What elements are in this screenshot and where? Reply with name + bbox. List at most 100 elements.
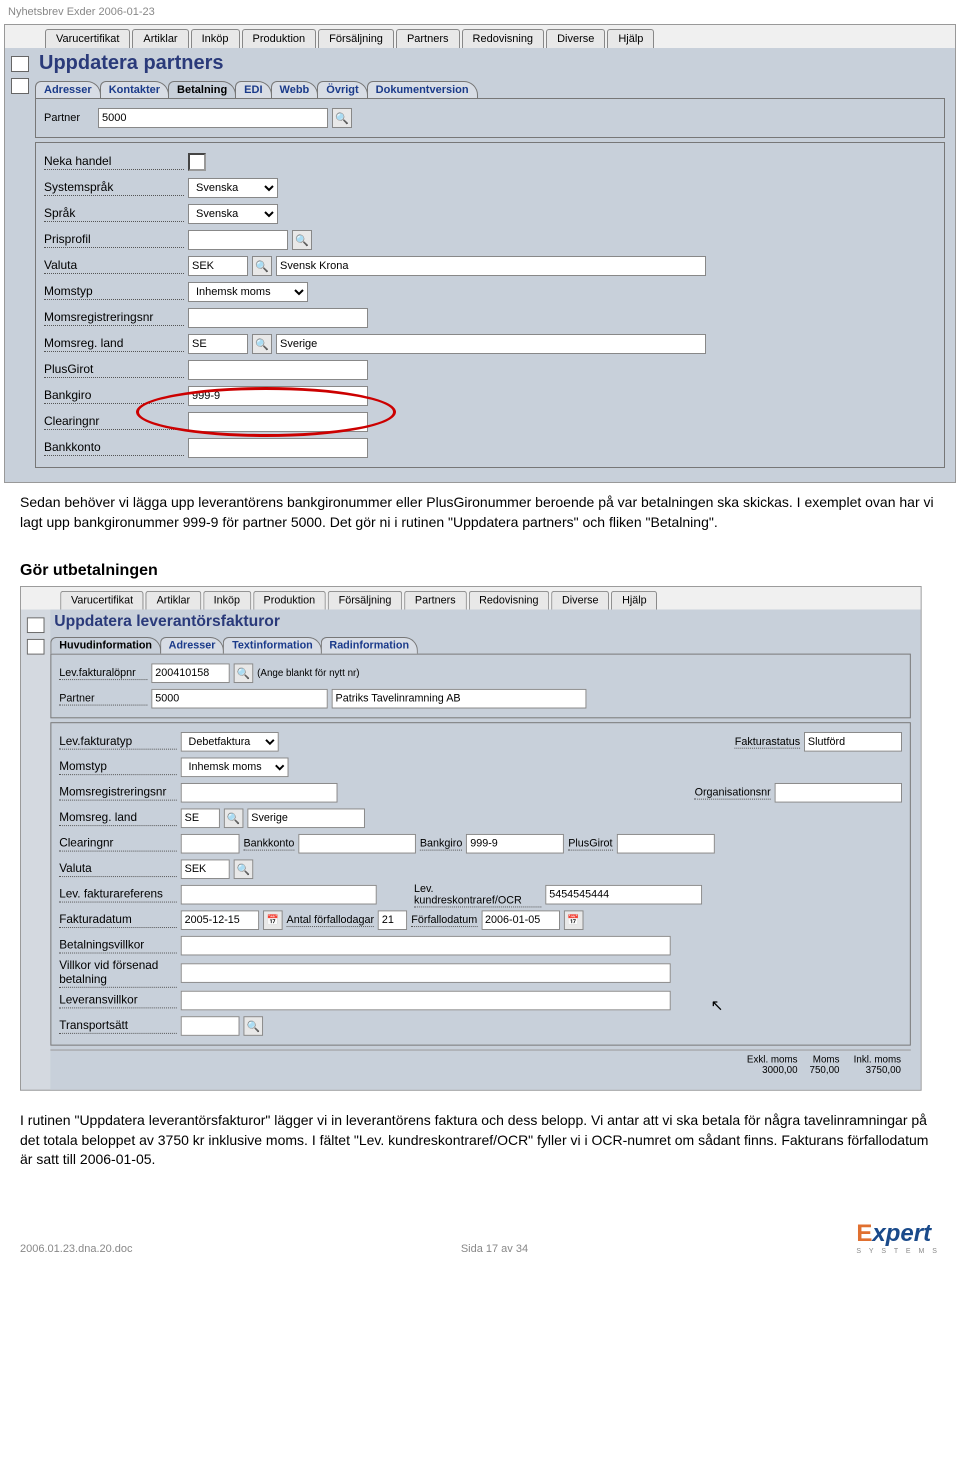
tab-dokumentversion[interactable]: Dokumentversion bbox=[367, 81, 478, 98]
menu-partners[interactable]: Partners bbox=[396, 29, 460, 48]
tab-övrigt[interactable]: Övrigt bbox=[317, 81, 367, 98]
tab-huvudinformation[interactable]: Huvudinformation bbox=[50, 637, 160, 654]
tab-kontakter[interactable]: Kontakter bbox=[100, 81, 169, 98]
search-icon[interactable]: 🔍 bbox=[292, 230, 312, 250]
momsregland-input[interactable] bbox=[181, 809, 220, 829]
lbl-inkl: Inkl. moms bbox=[842, 1055, 901, 1066]
paragraph-1: Sedan behöver vi lägga upp leverantörens… bbox=[0, 483, 960, 552]
bankkonto-input[interactable] bbox=[188, 438, 368, 458]
home-icon[interactable] bbox=[27, 618, 45, 634]
betvillkor-input[interactable] bbox=[181, 936, 671, 956]
orgnr-input[interactable] bbox=[775, 783, 902, 803]
tabs: HuvudinformationAdresserTextinformationR… bbox=[50, 637, 910, 654]
menu-hjälp[interactable]: Hjälp bbox=[611, 591, 657, 610]
calendar-icon[interactable]: 📅 bbox=[563, 911, 583, 931]
menu-inköp[interactable]: Inköp bbox=[191, 29, 240, 48]
bankgiro-input[interactable] bbox=[188, 386, 368, 406]
lbl-momstyp: Momstyp bbox=[59, 760, 177, 776]
clearing-input[interactable] bbox=[181, 834, 240, 854]
paragraph-2: I rutinen "Uppdatera leverantörsfakturor… bbox=[0, 1101, 960, 1190]
plusgirot-input[interactable] bbox=[188, 360, 368, 380]
list-icon[interactable] bbox=[27, 639, 45, 655]
menu-redovisning[interactable]: Redovisning bbox=[462, 29, 545, 48]
antal-input[interactable] bbox=[378, 911, 407, 931]
momsregland-input[interactable] bbox=[188, 334, 248, 354]
tab-radinformation[interactable]: Radinformation bbox=[321, 637, 418, 654]
menu-artiklar[interactable]: Artiklar bbox=[132, 29, 188, 48]
lbl-momsregland: Momsreg. land bbox=[44, 336, 184, 352]
momstyp-select[interactable]: Inhemsk moms bbox=[181, 758, 289, 778]
search-icon[interactable]: 🔍 bbox=[252, 334, 272, 354]
search-icon[interactable]: 🔍 bbox=[332, 108, 352, 128]
calendar-icon[interactable]: 📅 bbox=[263, 911, 283, 931]
menu-partners[interactable]: Partners bbox=[404, 591, 466, 610]
menu-diverse[interactable]: Diverse bbox=[551, 591, 609, 610]
search-icon[interactable]: 🔍 bbox=[224, 809, 244, 829]
tab-webb[interactable]: Webb bbox=[271, 81, 319, 98]
tab-textinformation[interactable]: Textinformation bbox=[223, 637, 321, 654]
menu-inköp[interactable]: Inköp bbox=[203, 591, 251, 610]
lbl-orgnr: Organisationsnr bbox=[695, 787, 771, 800]
menu-varucertifikat[interactable]: Varucertifikat bbox=[60, 591, 144, 610]
lbl-antal: Antal förfallodagar bbox=[287, 914, 374, 927]
menu-diverse[interactable]: Diverse bbox=[546, 29, 605, 48]
bankgiro-input[interactable] bbox=[466, 834, 564, 854]
momsregnr-input[interactable] bbox=[188, 308, 368, 328]
heading-utbetalning: Gör utbetalningen bbox=[0, 552, 960, 586]
sidebar bbox=[21, 610, 50, 1090]
tab-edi[interactable]: EDI bbox=[235, 81, 271, 98]
momsregnr-input[interactable] bbox=[181, 783, 338, 803]
fakturatyp-select[interactable]: Debetfaktura bbox=[181, 732, 279, 752]
logo: Expert S Y S T E M S bbox=[856, 1220, 940, 1255]
page-title: Uppdatera leverantörsfakturor bbox=[50, 610, 910, 637]
sprak-select[interactable]: Svenska bbox=[188, 204, 278, 224]
list-icon[interactable] bbox=[11, 78, 29, 94]
lopnr-input[interactable] bbox=[151, 664, 229, 684]
tab-betalning[interactable]: Betalning bbox=[168, 81, 236, 98]
search-icon[interactable]: 🔍 bbox=[234, 860, 254, 880]
lbl-momsregnr: Momsregistreringsnr bbox=[59, 785, 177, 801]
transport-input[interactable] bbox=[181, 1016, 240, 1036]
lbl-fakturastatus: Fakturastatus bbox=[735, 736, 800, 749]
levvillkor-input[interactable] bbox=[181, 991, 671, 1011]
search-icon[interactable]: 🔍 bbox=[234, 664, 254, 684]
bankkonto-input[interactable] bbox=[298, 834, 416, 854]
valuta-input[interactable] bbox=[181, 860, 230, 880]
lbl-bankgiro: Bankgiro bbox=[420, 838, 463, 851]
menu-produktion[interactable]: Produktion bbox=[242, 29, 317, 48]
ref-input[interactable] bbox=[181, 885, 377, 905]
tab-adresser[interactable]: Adresser bbox=[160, 637, 224, 654]
search-icon[interactable]: 🔍 bbox=[243, 1016, 263, 1036]
systemsprak-select[interactable]: Svenska bbox=[188, 178, 278, 198]
forfallo-input[interactable] bbox=[481, 911, 559, 931]
menu-produktion[interactable]: Produktion bbox=[253, 591, 326, 610]
menu-varucertifikat[interactable]: Varucertifikat bbox=[45, 29, 130, 48]
search-icon[interactable]: 🔍 bbox=[252, 256, 272, 276]
momstyp-select[interactable]: Inhemsk moms bbox=[188, 282, 308, 302]
lbl-levvillkor: Leveransvillkor bbox=[59, 993, 177, 1009]
menu-hjälp[interactable]: Hjälp bbox=[607, 29, 654, 48]
ocr-input[interactable] bbox=[545, 885, 702, 905]
menu-försäljning[interactable]: Försäljning bbox=[328, 591, 402, 610]
villkor-forsenad-input[interactable] bbox=[181, 963, 671, 983]
invoice-main-form: Lev.fakturatyp Debetfaktura Fakturastatu… bbox=[50, 722, 910, 1045]
fakturadatum-input[interactable] bbox=[181, 911, 259, 931]
menu-redovisning[interactable]: Redovisning bbox=[468, 591, 549, 610]
lbl-sprak: Språk bbox=[44, 206, 184, 222]
home-icon[interactable] bbox=[11, 56, 29, 72]
menu-försäljning[interactable]: Försäljning bbox=[318, 29, 394, 48]
lbl-plusgirot: PlusGirot bbox=[44, 362, 184, 378]
valuta-input[interactable] bbox=[188, 256, 248, 276]
menu-artiklar[interactable]: Artiklar bbox=[146, 591, 201, 610]
clearingnr-input[interactable] bbox=[188, 412, 368, 432]
tab-adresser[interactable]: Adresser bbox=[35, 81, 101, 98]
prisprofil-input[interactable] bbox=[188, 230, 288, 250]
plusgirot-input[interactable] bbox=[616, 834, 714, 854]
partner-input[interactable] bbox=[98, 108, 328, 128]
partner-label: Partner bbox=[44, 112, 94, 124]
neka-handel-checkbox[interactable] bbox=[188, 153, 206, 171]
val-exkl: 3000,00 bbox=[739, 1065, 798, 1076]
lbl-clearing: Clearingnr bbox=[59, 836, 177, 852]
lbl-ocr: Lev. kundreskontraref/OCR bbox=[414, 883, 541, 908]
totals-box: Exkl. moms Moms Inkl. moms 3000,00 750,0… bbox=[50, 1050, 910, 1080]
